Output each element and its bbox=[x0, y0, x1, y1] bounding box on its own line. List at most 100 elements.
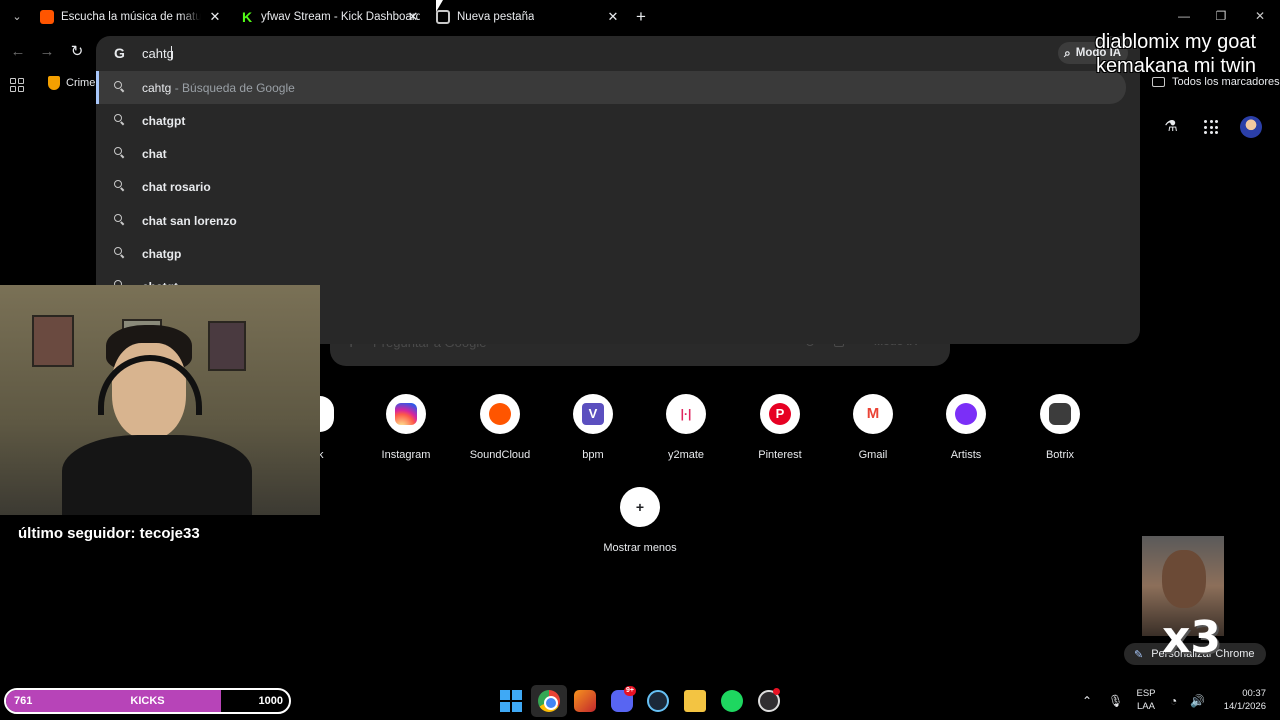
apps-grid-icon[interactable] bbox=[10, 78, 24, 92]
suggestion-text: chat san lorenzo bbox=[142, 213, 237, 228]
search-icon bbox=[114, 214, 126, 226]
last-follower-text: último seguidor: tecoje33 bbox=[18, 525, 200, 542]
new-tab-plus-icon[interactable]: + bbox=[632, 8, 650, 26]
soundcloud-icon bbox=[489, 403, 511, 425]
google-g-icon: G bbox=[114, 45, 125, 61]
show-less-label: Mostrar menos bbox=[603, 542, 677, 554]
shortcut-tile[interactable]: V bbox=[573, 394, 613, 434]
tab-title: yfwav Stream - Kick Dashboard bbox=[261, 11, 420, 23]
botrix-icon bbox=[1049, 403, 1071, 425]
tab-close-icon[interactable]: ✕ bbox=[208, 10, 222, 24]
shortcut-label: Pinterest bbox=[758, 449, 802, 461]
labs-flask-icon[interactable]: ⚗ bbox=[1163, 118, 1179, 136]
restore-icon[interactable]: ❐ bbox=[1213, 8, 1229, 24]
multiplier-text: x3 bbox=[1162, 612, 1221, 663]
input-language[interactable]: ESP LAA bbox=[1132, 687, 1160, 713]
tab-close-icon[interactable]: ✕ bbox=[606, 10, 620, 24]
text-caret bbox=[171, 46, 172, 60]
steam-icon[interactable] bbox=[647, 690, 669, 712]
suggestion-item[interactable]: chat san lorenzo bbox=[96, 204, 1140, 237]
tab-soundcloud[interactable]: Escucha la música de matumora ✕ bbox=[40, 4, 222, 30]
shortcut-botrix[interactable]: Botrix bbox=[1020, 394, 1100, 464]
shortcut-bpm[interactable]: V bpm bbox=[553, 394, 633, 464]
bookmark-crimen[interactable]: Crimen bbox=[48, 76, 101, 90]
wall-poster bbox=[208, 321, 246, 371]
clock-date: 14/1/2026 bbox=[1223, 701, 1266, 712]
volume-icon[interactable]: 🔊 bbox=[1190, 694, 1205, 708]
shortcut-tile[interactable] bbox=[480, 394, 520, 434]
microphone-tray-icon[interactable]: 🎙 bbox=[1108, 694, 1123, 708]
show-less-button[interactable]: + bbox=[620, 487, 660, 527]
tab-new-tab[interactable]: Nueva pestaña ✕ bbox=[436, 4, 620, 30]
collapse-icon: + bbox=[635, 499, 645, 515]
suggestion-item[interactable]: chatgp bbox=[96, 237, 1140, 270]
discord-notification-badge: 9+ bbox=[624, 686, 636, 696]
shortcut-partial[interactable] bbox=[320, 396, 334, 432]
spotify-taskbar-icon[interactable] bbox=[721, 690, 743, 712]
file-explorer-icon[interactable] bbox=[684, 690, 706, 712]
tab-close-icon[interactable]: ✕ bbox=[406, 10, 420, 24]
kicks-goal-bar: 761 KICKS 1000 bbox=[4, 688, 291, 714]
shortcut-tile[interactable] bbox=[1040, 394, 1080, 434]
shortcut-tile[interactable]: M bbox=[853, 394, 893, 434]
shortcut-soundcloud[interactable]: SoundCloud bbox=[460, 394, 540, 464]
suggestion-text: chat bbox=[142, 146, 167, 161]
kicks-label: KICKS bbox=[130, 695, 165, 707]
recording-dot-icon bbox=[773, 688, 780, 695]
shortcut-tile[interactable]: |·| bbox=[666, 394, 706, 434]
suggestion-text: chatgp bbox=[142, 246, 182, 261]
kick-favicon-icon: K bbox=[241, 9, 253, 25]
minimize-icon[interactable]: — bbox=[1176, 8, 1192, 24]
language-code: ESP bbox=[1136, 688, 1156, 699]
folder-icon bbox=[1152, 77, 1165, 87]
tab-search-chevron-icon[interactable]: ⌄ bbox=[8, 8, 26, 26]
close-window-icon[interactable]: ✕ bbox=[1252, 8, 1268, 24]
webcam-overlay bbox=[0, 285, 320, 515]
y2mate-icon: |·| bbox=[680, 407, 692, 421]
shortcut-artists[interactable]: Artists bbox=[926, 394, 1006, 464]
tab-title: Escucha la música de matumora bbox=[61, 11, 201, 23]
suggestion-item[interactable]: chat bbox=[96, 137, 1140, 170]
omnibox-input[interactable] bbox=[142, 44, 742, 62]
google-apps-icon[interactable] bbox=[1204, 120, 1219, 135]
spotify-icon bbox=[955, 403, 977, 425]
suggestion-item[interactable]: chat rosario bbox=[96, 170, 1140, 203]
kicks-goal: 1000 bbox=[258, 695, 283, 707]
person-body bbox=[62, 435, 252, 515]
chrome-favicon-icon bbox=[436, 10, 450, 24]
suggestion-text: chat rosario bbox=[142, 179, 211, 194]
wifi-icon[interactable]: ◔ bbox=[1170, 694, 1177, 708]
shortcut-tile[interactable]: P bbox=[760, 394, 800, 434]
shortcut-gmail[interactable]: M Gmail bbox=[833, 394, 913, 464]
reload-icon[interactable]: ↻ bbox=[68, 43, 86, 61]
shortcut-label: bpm bbox=[582, 449, 604, 461]
shortcut-tile[interactable] bbox=[386, 394, 426, 434]
brave-shield-icon bbox=[48, 76, 60, 90]
pinterest-icon: P bbox=[769, 403, 791, 425]
shortcut-label: Instagram bbox=[381, 449, 431, 461]
shortcut-label: y2mate bbox=[667, 449, 705, 461]
shortcut-y2mate[interactable]: |·| y2mate bbox=[646, 394, 726, 464]
pencil-icon: ✎ bbox=[1134, 648, 1144, 661]
chrome-taskbar-icon[interactable] bbox=[538, 690, 560, 712]
fl-studio-icon[interactable] bbox=[574, 690, 596, 712]
shortcut-tile[interactable] bbox=[946, 394, 986, 434]
tab-kick-dashboard[interactable]: K yfwav Stream - Kick Dashboard ✕ bbox=[240, 4, 420, 30]
shortcut-label: SoundCloud bbox=[469, 449, 531, 461]
forward-arrow-icon[interactable]: → bbox=[38, 43, 56, 61]
windows-start-icon[interactable] bbox=[500, 690, 522, 712]
search-icon bbox=[114, 147, 126, 159]
search-icon bbox=[114, 180, 126, 192]
shortcut-pinterest[interactable]: P Pinterest bbox=[740, 394, 820, 464]
suggestion-text: chatgpt bbox=[142, 113, 186, 128]
suggestion-item[interactable]: chatgpt bbox=[96, 104, 1140, 137]
system-clock[interactable]: 00:37 14/1/2026 bbox=[1206, 687, 1266, 713]
account-avatar[interactable] bbox=[1240, 116, 1262, 138]
suggestion-item[interactable]: cahtg - Búsqueda de Google bbox=[96, 71, 1126, 104]
shortcut-label: Artists bbox=[950, 449, 982, 461]
shortcut-instagram[interactable]: Instagram bbox=[366, 394, 446, 464]
shortcut-label: Gmail bbox=[858, 449, 888, 461]
stream-overlay-line-1: diablomix my goat bbox=[1094, 31, 1256, 53]
back-arrow-icon[interactable]: ← bbox=[9, 43, 27, 61]
tray-overflow-chevron-icon[interactable]: ⌃ bbox=[1082, 694, 1092, 708]
